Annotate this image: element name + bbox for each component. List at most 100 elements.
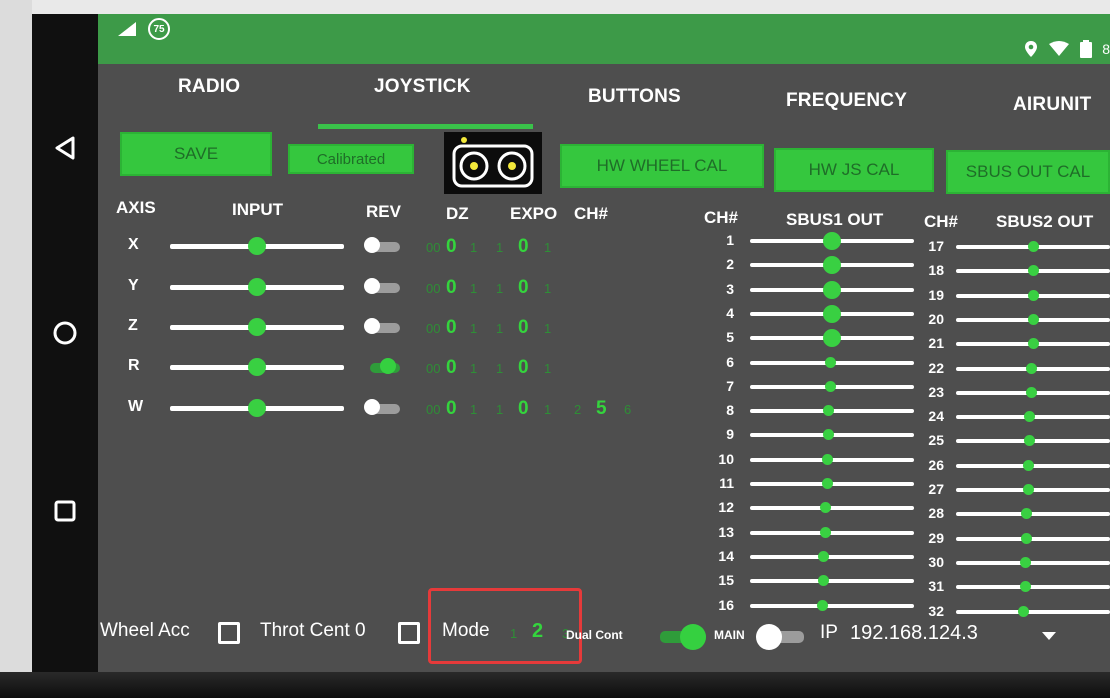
device-bezel-bottom: [0, 672, 1110, 698]
dz-prev: 00: [426, 402, 441, 417]
calibrated-button[interactable]: Calibrated: [288, 144, 414, 174]
slider-knob[interactable]: [248, 318, 266, 336]
slider-knob[interactable]: [821, 478, 833, 489]
slider-knob[interactable]: [248, 399, 266, 417]
sbus2-ch-label: 27: [928, 481, 944, 497]
dz-next: 1: [470, 281, 478, 296]
slider-knob[interactable]: [816, 600, 828, 611]
slider-knob[interactable]: [823, 405, 835, 416]
expo-next: 1: [544, 321, 552, 336]
dz-value[interactable]: 0: [446, 317, 457, 339]
expo-value[interactable]: 0: [518, 236, 529, 258]
ch-prev: 2: [574, 402, 582, 417]
slider-knob[interactable]: [1027, 314, 1039, 325]
tab-joystick[interactable]: JOYSTICK: [374, 76, 471, 98]
active-tab-indicator: [318, 124, 533, 129]
slider-knob[interactable]: [1025, 387, 1037, 398]
dz-prev: 00: [426, 281, 441, 296]
dropdown-arrow-icon[interactable]: [1042, 632, 1056, 641]
header-expo: EXPO: [510, 204, 558, 223]
slider-knob[interactable]: [1021, 508, 1033, 519]
dz-value[interactable]: 0: [446, 357, 457, 379]
dz-value[interactable]: 0: [446, 398, 457, 420]
back-button[interactable]: [46, 129, 84, 167]
sbus1-ch-label: 4: [726, 305, 734, 321]
slider-knob[interactable]: [1027, 265, 1039, 276]
home-button[interactable]: [46, 314, 84, 352]
sbus1-ch-label: 12: [718, 499, 734, 515]
notification-badge: 75: [148, 18, 170, 40]
dz-value[interactable]: 0: [446, 236, 457, 258]
wheel-acc-checkbox[interactable]: [218, 622, 240, 644]
slider-knob[interactable]: [1024, 435, 1036, 446]
slider-knob[interactable]: [818, 551, 830, 562]
sbus2-ch-label: 24: [928, 408, 944, 424]
tab-buttons[interactable]: BUTTONS: [588, 86, 681, 108]
slider-knob[interactable]: [824, 381, 836, 392]
slider-knob[interactable]: [823, 305, 841, 323]
sbus1-ch-label: 16: [718, 597, 734, 613]
slider-knob[interactable]: [1022, 460, 1034, 471]
slider-knob[interactable]: [1018, 606, 1030, 617]
slider-knob[interactable]: [823, 429, 835, 440]
slider-knob[interactable]: [248, 358, 266, 376]
slider-knob[interactable]: [819, 502, 831, 513]
dz-value[interactable]: 0: [446, 277, 457, 299]
tab-frequency[interactable]: FREQUENCY: [786, 90, 907, 112]
recents-button[interactable]: [46, 492, 84, 530]
axis-label-r: R: [128, 357, 140, 374]
slider-knob[interactable]: [821, 454, 833, 465]
header-axis: AXIS: [116, 198, 156, 217]
slider-knob[interactable]: [248, 237, 266, 255]
slider-knob[interactable]: [1027, 241, 1039, 252]
throt-cent-checkbox[interactable]: [398, 622, 420, 644]
sbus2-ch-label: 18: [928, 262, 944, 278]
slider-track: [750, 506, 914, 510]
back-icon: [55, 136, 75, 160]
slider-knob[interactable]: [1027, 338, 1039, 349]
header-sbus-ch2: CH#: [924, 212, 959, 231]
expo-value[interactable]: 0: [518, 277, 529, 299]
header-rev: REV: [366, 202, 401, 221]
slider-knob[interactable]: [1024, 411, 1036, 422]
axis-label-w: W: [128, 398, 144, 415]
slider-knob[interactable]: [1019, 581, 1031, 592]
hw-wheel-cal-button[interactable]: HW WHEEL CAL: [560, 144, 764, 188]
expo-value[interactable]: 0: [518, 317, 529, 339]
slider-knob[interactable]: [823, 329, 841, 347]
slider-knob[interactable]: [824, 357, 836, 368]
status-bar: 75 8: [98, 14, 1110, 64]
slider-knob[interactable]: [818, 575, 830, 586]
rev-toggle-thumb: [364, 278, 380, 294]
ch-value[interactable]: 5: [596, 398, 607, 420]
slider-knob[interactable]: [1022, 484, 1034, 495]
slider-knob[interactable]: [1021, 533, 1033, 544]
slider-knob[interactable]: [248, 278, 266, 296]
slider-knob[interactable]: [819, 527, 831, 538]
expo-next: 1: [544, 402, 552, 417]
status-left: 75: [116, 18, 170, 40]
hw-js-cal-button[interactable]: HW JS CAL: [774, 148, 934, 192]
save-button[interactable]: SAVE: [120, 132, 272, 176]
rev-toggle-thumb: [364, 237, 380, 253]
tab-radio[interactable]: RADIO: [178, 76, 240, 98]
expo-value[interactable]: 0: [518, 357, 529, 379]
slider-track: [750, 579, 914, 583]
ip-label: IP: [820, 622, 838, 643]
slider-knob[interactable]: [1027, 290, 1039, 301]
slider-track: [956, 537, 1110, 541]
tab-airunit[interactable]: AIRUNIT: [1013, 94, 1091, 116]
home-icon: [53, 321, 77, 345]
slider-knob[interactable]: [823, 232, 841, 250]
expo-value[interactable]: 0: [518, 398, 529, 420]
expo-prev: 1: [496, 240, 504, 255]
sbus-out-cal-button[interactable]: SBUS OUT CAL: [946, 150, 1110, 194]
slider-knob[interactable]: [823, 281, 841, 299]
sbus1-ch-label: 7: [726, 378, 734, 394]
slider-track: [956, 585, 1110, 589]
battery-icon: [1080, 40, 1093, 58]
ip-value: 192.168.124.3: [850, 622, 978, 644]
slider-knob[interactable]: [823, 256, 841, 274]
slider-knob[interactable]: [1019, 557, 1031, 568]
slider-knob[interactable]: [1025, 363, 1037, 374]
